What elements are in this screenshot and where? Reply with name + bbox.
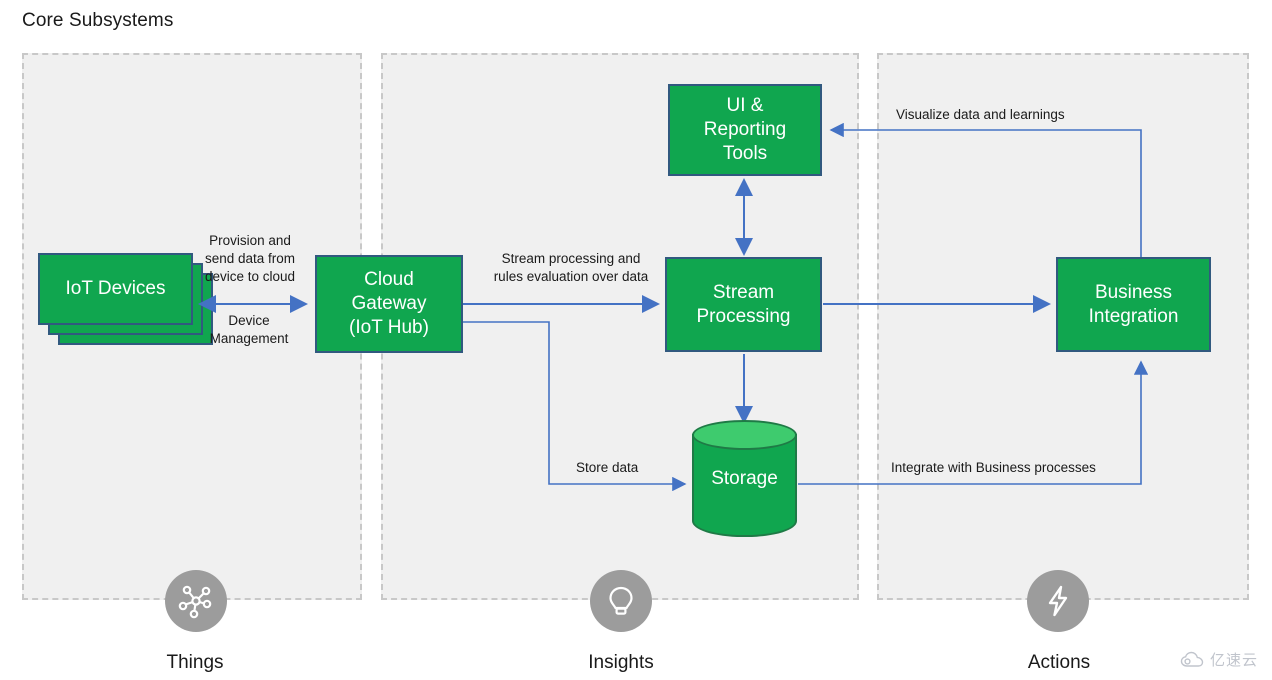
node-ui-reporting-tools[interactable]: UI & Reporting Tools	[668, 84, 822, 176]
node-cloud-gateway-label-line3: (IoT Hub)	[349, 316, 429, 338]
node-business-integration-label-line1: Business	[1094, 281, 1173, 303]
node-ui-reporting-label-line3: Tools	[722, 142, 768, 164]
node-iot-devices[interactable]: IoT Devices	[38, 253, 193, 325]
edge-label-store-data: Store data	[576, 460, 639, 475]
edge-label-integrate: Integrate with Business processes	[891, 460, 1096, 475]
node-business-integration[interactable]: Business Integration	[1056, 257, 1211, 352]
edge-gateway-storage	[463, 321, 687, 492]
node-business-integration-label-line2: Integration	[1088, 305, 1179, 327]
storage-cylinder-top	[692, 420, 797, 450]
edge-label-stream-rules-line1: Stream processing and	[501, 251, 641, 266]
edge-label-device-management-line1: Device	[228, 313, 270, 328]
edge-label-visualize: Visualize data and learnings	[896, 107, 1065, 122]
node-ui-reporting-label-line2: Reporting	[703, 119, 787, 141]
node-cloud-gateway-label-line1: Cloud	[364, 269, 414, 291]
node-stream-processing[interactable]: Stream Processing	[665, 257, 822, 352]
node-storage-label: Storage	[711, 468, 778, 489]
edge-label-provision-line2: send data from	[204, 250, 296, 266]
edge-label-device-management-line2: Management	[209, 330, 289, 346]
edge-label-stream-rules-line2: rules evaluation over data	[493, 268, 649, 284]
edge-label-provision-line1: Provision and	[209, 233, 291, 248]
edge-label-device-management: Device Management	[190, 312, 308, 348]
node-ui-reporting-label-line1: UI &	[726, 95, 764, 117]
node-iot-devices-label: IoT Devices	[65, 278, 166, 300]
edge-business-ui	[829, 122, 1142, 257]
edge-label-provision-line3: device to cloud	[204, 268, 296, 284]
node-storage[interactable]: Storage	[692, 420, 797, 537]
edge-label-provision: Provision and send data from device to c…	[191, 232, 309, 285]
node-stream-processing-label-line2: Processing	[696, 305, 791, 327]
node-stream-processing-label-line1: Stream	[712, 281, 775, 303]
node-cloud-gateway[interactable]: Cloud Gateway (IoT Hub)	[315, 255, 463, 353]
edge-label-stream-rules: Stream processing and rules evaluation o…	[478, 250, 664, 286]
node-cloud-gateway-label-line2: Gateway	[351, 293, 427, 315]
